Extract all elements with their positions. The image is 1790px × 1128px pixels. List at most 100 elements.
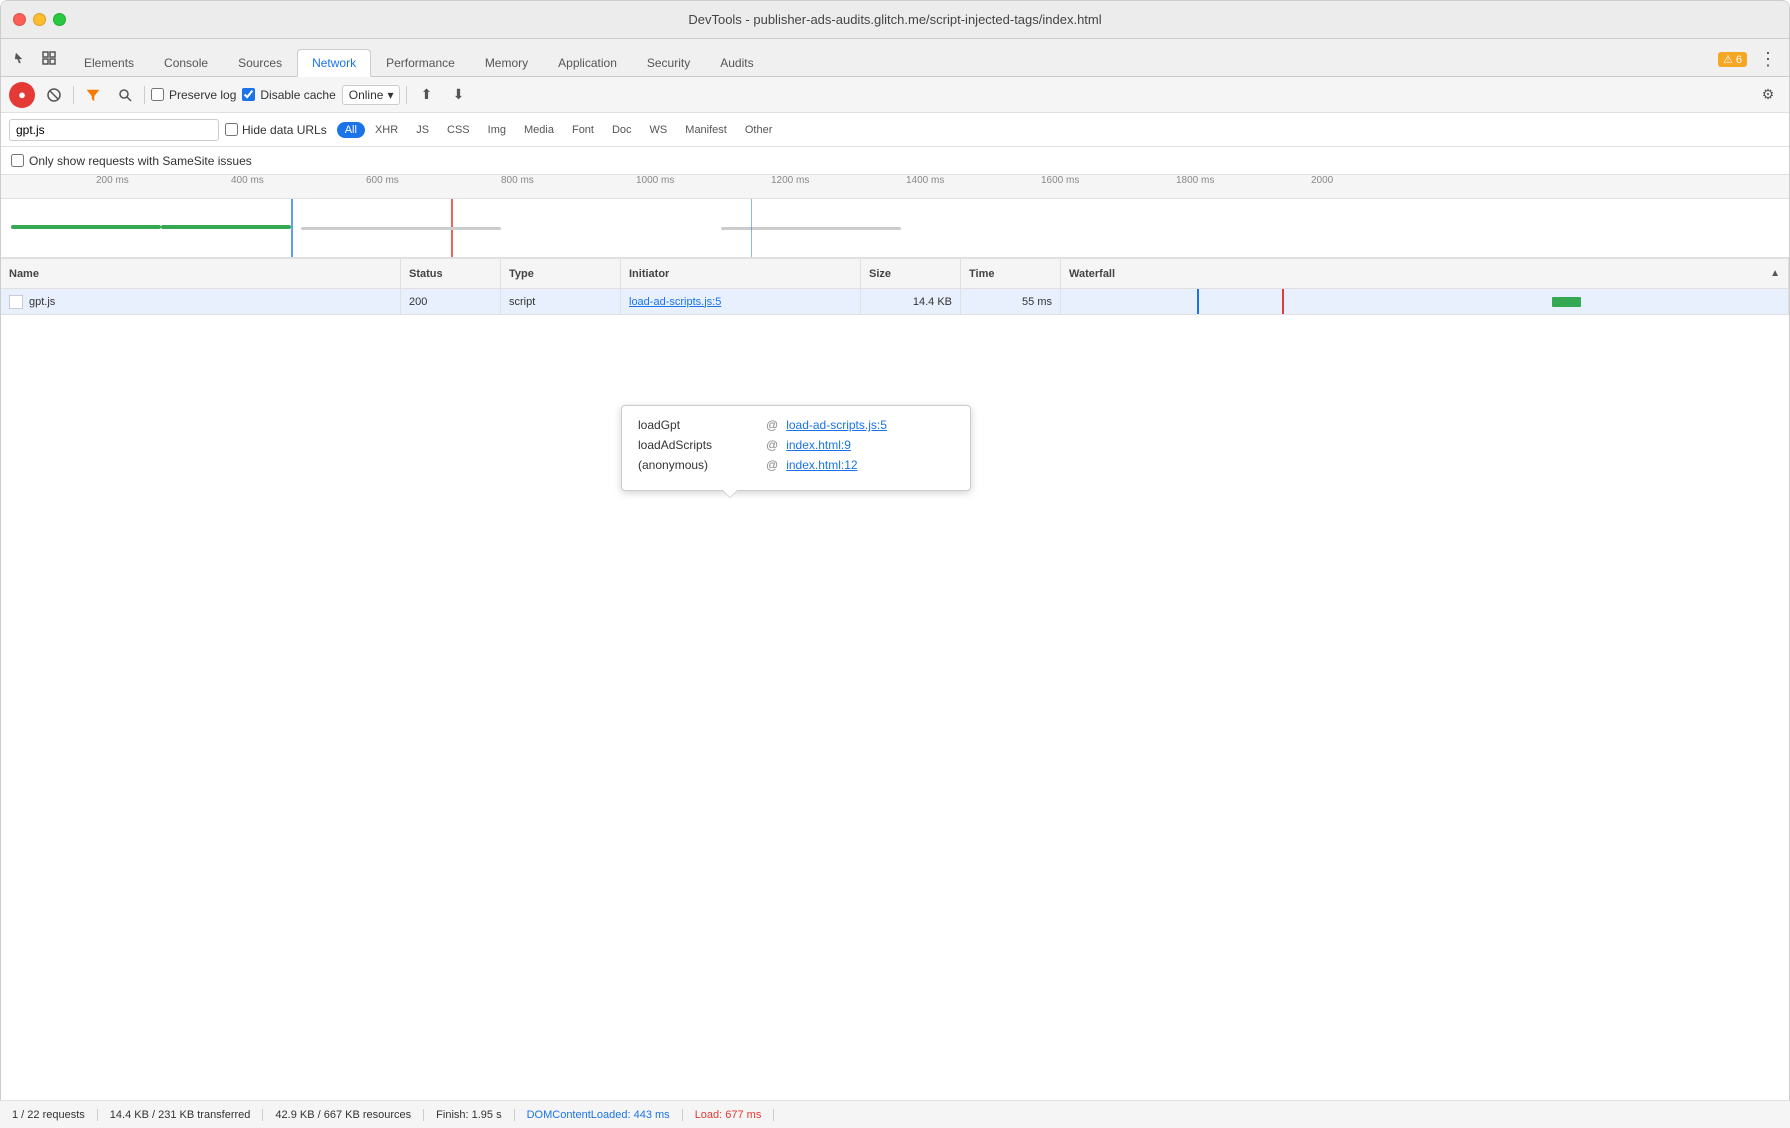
more-options-icon[interactable]: ⋮	[1755, 49, 1781, 70]
download-icon[interactable]: ⬇	[445, 82, 471, 108]
search-input[interactable]	[9, 119, 219, 141]
tab-audits[interactable]: Audits	[705, 49, 768, 76]
disable-cache-label[interactable]: Disable cache	[242, 88, 335, 102]
table-header: Name Status Type Initiator Size Time Wat…	[1, 259, 1789, 289]
type-btn-doc[interactable]: Doc	[604, 122, 640, 138]
tab-sources[interactable]: Sources	[223, 49, 297, 76]
dom-content-loaded: DOMContentLoaded: 443 ms	[515, 1109, 683, 1121]
col-header-initiator[interactable]: Initiator	[621, 259, 861, 288]
waterfall-red-line	[1282, 289, 1284, 314]
type-btn-ws[interactable]: WS	[642, 122, 676, 138]
cursor-icon[interactable]	[9, 46, 33, 70]
cell-name[interactable]: gpt.js	[1, 289, 401, 314]
toolbar-separator	[73, 86, 74, 104]
toolbar-separator-3	[406, 86, 407, 104]
cell-time: 55 ms	[961, 289, 1061, 314]
tab-network[interactable]: Network	[297, 49, 371, 77]
timeline-green-bar-1	[11, 225, 161, 229]
type-btn-all[interactable]: All	[337, 122, 365, 138]
tab-elements[interactable]: Elements	[69, 49, 149, 76]
tooltip-row-1: loadGpt @ load-ad-scripts.js:5	[638, 418, 954, 432]
samesite-checkbox[interactable]	[11, 154, 24, 167]
tick-1000: 1000 ms	[636, 175, 674, 186]
type-btn-manifest[interactable]: Manifest	[677, 122, 735, 138]
timeline-gray-bar	[301, 227, 501, 230]
timeline-gray-dash	[821, 227, 901, 230]
preserve-log-checkbox[interactable]	[151, 88, 164, 101]
window-title: DevTools - publisher-ads-audits.glitch.m…	[688, 12, 1101, 27]
type-btn-font[interactable]: Font	[564, 122, 602, 138]
type-filter-buttons: All XHR JS CSS Img Media Font Doc WS Man…	[337, 122, 781, 138]
tooltip-at-2: @	[766, 438, 778, 452]
upload-icon[interactable]: ⬆	[413, 82, 439, 108]
resources-size: 42.9 KB / 667 KB resources	[263, 1109, 424, 1121]
close-button[interactable]	[13, 13, 26, 26]
tick-1400: 1400 ms	[906, 175, 944, 186]
col-header-size[interactable]: Size	[861, 259, 961, 288]
tooltip-link-1[interactable]: load-ad-scripts.js:5	[786, 418, 887, 432]
type-btn-css[interactable]: CSS	[439, 122, 478, 138]
tick-800: 800 ms	[501, 175, 534, 186]
col-header-name[interactable]: Name	[1, 259, 401, 288]
tab-security[interactable]: Security	[632, 49, 705, 76]
warning-badge[interactable]: ⚠ 6	[1718, 52, 1747, 67]
status-bar: 1 / 22 requests 14.4 KB / 231 KB transfe…	[0, 1100, 1790, 1128]
waterfall-green-bar	[1552, 297, 1580, 307]
window-controls[interactable]	[13, 13, 66, 26]
waterfall-blue-line	[1197, 289, 1199, 314]
cell-initiator[interactable]: load-ad-scripts.js:5	[621, 289, 861, 314]
type-btn-xhr[interactable]: XHR	[367, 122, 406, 138]
tick-200: 200 ms	[96, 175, 129, 186]
hide-data-urls-checkbox[interactable]	[225, 123, 238, 136]
maximize-button[interactable]	[53, 13, 66, 26]
cell-status: 200	[401, 289, 501, 314]
throttle-select[interactable]: Online ▾	[342, 85, 401, 105]
col-header-status[interactable]: Status	[401, 259, 501, 288]
tooltip-row-3: (anonymous) @ index.html:12	[638, 458, 954, 472]
tooltip-link-2[interactable]: index.html:9	[786, 438, 851, 452]
type-btn-js[interactable]: JS	[408, 122, 437, 138]
tick-400: 400 ms	[231, 175, 264, 186]
record-button[interactable]: ●	[9, 82, 35, 108]
search-button[interactable]	[112, 82, 138, 108]
table-row[interactable]: gpt.js 200 script load-ad-scripts.js:5 1…	[1, 289, 1789, 315]
minimize-button[interactable]	[33, 13, 46, 26]
samesite-bar: Only show requests with SameSite issues	[1, 147, 1789, 175]
tab-memory[interactable]: Memory	[470, 49, 543, 76]
tooltip-fn-1: loadGpt	[638, 418, 758, 432]
col-header-time[interactable]: Time	[961, 259, 1061, 288]
cell-type: script	[501, 289, 621, 314]
timeline-green-bar-2	[161, 225, 291, 229]
tick-600: 600 ms	[366, 175, 399, 186]
samesite-label[interactable]: Only show requests with SameSite issues	[11, 154, 252, 168]
tooltip-at-1: @	[766, 418, 778, 432]
tab-application[interactable]: Application	[543, 49, 632, 76]
tab-console[interactable]: Console	[149, 49, 223, 76]
waterfall-bar-container	[1069, 289, 1780, 314]
network-toolbar: ● Preserve log Disable cache Online ▾ ⬆ …	[1, 77, 1789, 113]
tab-performance[interactable]: Performance	[371, 49, 470, 76]
tick-1600: 1600 ms	[1041, 175, 1079, 186]
tab-bar-tools	[9, 46, 61, 76]
col-header-type[interactable]: Type	[501, 259, 621, 288]
type-btn-img[interactable]: Img	[480, 122, 514, 138]
tooltip-arrow-inner	[723, 490, 737, 497]
timeline-header: 200 ms 400 ms 600 ms 800 ms 1000 ms 1200…	[1, 175, 1789, 199]
timeline-bars	[1, 199, 1789, 259]
col-header-waterfall[interactable]: Waterfall ▲	[1061, 259, 1789, 288]
tooltip-link-3[interactable]: index.html:12	[786, 458, 857, 472]
settings-icon[interactable]: ⚙	[1755, 82, 1781, 108]
inspect-icon[interactable]	[37, 46, 61, 70]
timeline-blue-thin	[751, 199, 752, 257]
preserve-log-label[interactable]: Preserve log	[151, 88, 236, 102]
clear-button[interactable]	[41, 82, 67, 108]
type-btn-other[interactable]: Other	[737, 122, 781, 138]
type-btn-media[interactable]: Media	[516, 122, 562, 138]
filter-bar: Hide data URLs All XHR JS CSS Img Media …	[1, 113, 1789, 147]
hide-data-urls-label[interactable]: Hide data URLs	[225, 123, 327, 137]
disable-cache-checkbox[interactable]	[242, 88, 255, 101]
filter-button[interactable]	[80, 82, 106, 108]
tick-2000: 2000	[1311, 175, 1333, 186]
transferred-size: 14.4 KB / 231 KB transferred	[98, 1109, 264, 1121]
title-bar: DevTools - publisher-ads-audits.glitch.m…	[1, 1, 1789, 39]
